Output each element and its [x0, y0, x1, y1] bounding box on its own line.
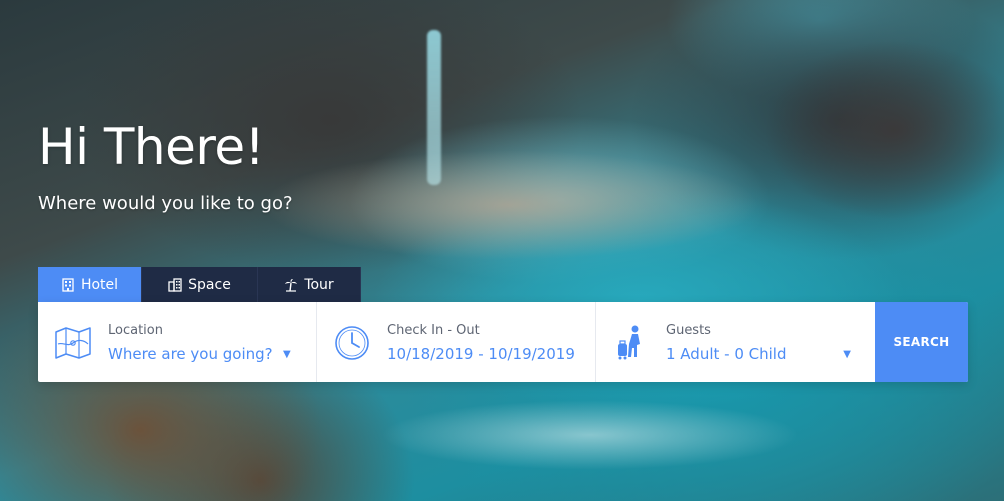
guests-select[interactable]: 1 Adult - 0 Child	[666, 345, 786, 363]
background-waterfall	[427, 30, 441, 185]
tab-tour[interactable]: Tour	[258, 267, 361, 302]
background-surf	[380, 400, 800, 470]
search-form: Location Where are you going? ▼ Check In…	[38, 302, 968, 382]
office-building-icon	[168, 277, 182, 292]
hero-title: Hi There!	[38, 118, 265, 176]
guests-label: Guests	[666, 323, 711, 338]
hero-subtitle: Where would you like to go?	[38, 193, 293, 214]
location-label: Location	[108, 323, 163, 338]
background-rock	[764, 40, 1004, 220]
clock-icon	[335, 326, 369, 360]
location-input[interactable]: Where are you going?	[108, 345, 273, 363]
date-range-input[interactable]: 10/18/2019 - 10/19/2019	[387, 345, 575, 363]
search-button[interactable]: SEARCH	[875, 302, 968, 382]
building-icon	[62, 277, 74, 292]
background-beach	[260, 150, 760, 260]
chevron-down-icon[interactable]: ▼	[843, 349, 851, 360]
tab-space-label: Space	[188, 276, 231, 293]
hero-background	[0, 0, 1004, 501]
search-tabs: Hotel Space Tour	[38, 267, 361, 302]
check-in-out-label: Check In - Out	[387, 323, 480, 338]
location-field[interactable]: Location Where are you going? ▼	[38, 302, 317, 382]
tab-hotel[interactable]: Hotel	[38, 267, 142, 302]
check-in-out-field[interactable]: Check In - Out 10/18/2019 - 10/19/2019	[317, 302, 596, 382]
chevron-down-icon[interactable]: ▼	[283, 349, 291, 360]
tab-tour-label: Tour	[304, 276, 334, 293]
tab-hotel-label: Hotel	[80, 276, 119, 293]
traveler-icon	[618, 325, 640, 360]
guests-field[interactable]: Guests 1 Adult - 0 Child ▼	[596, 302, 875, 382]
map-icon	[55, 327, 91, 359]
palm-tree-icon	[285, 278, 298, 292]
tab-space[interactable]: Space	[142, 267, 258, 302]
